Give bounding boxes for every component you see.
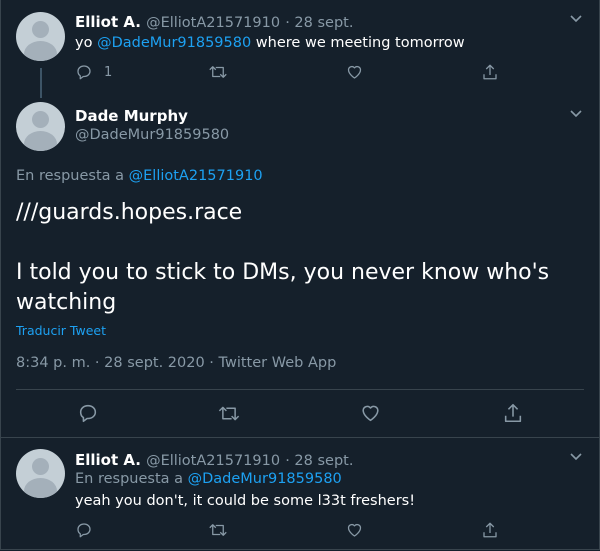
reply-icon[interactable]: [75, 63, 93, 81]
thread-line: [40, 68, 42, 98]
user-handle[interactable]: @ElliotA21571910: [146, 453, 280, 469]
like-icon[interactable]: [345, 521, 364, 539]
retweet-icon[interactable]: [208, 521, 228, 539]
mention-link[interactable]: @DadeMur91859580: [188, 471, 342, 487]
tweet-text-part: where we meeting tomorrow: [251, 35, 465, 51]
share-icon[interactable]: [481, 63, 499, 81]
translate-tweet-link[interactable]: Traducir Tweet: [16, 323, 106, 338]
reply-count: 1: [104, 65, 113, 80]
reply-context: En respuesta a @DadeMur91859580: [75, 471, 342, 487]
avatar[interactable]: [16, 12, 65, 61]
reply-icon[interactable]: [75, 521, 93, 539]
tweet-meta[interactable]: 8:34 p. m. · 28 sept. 2020 · Twitter Web…: [16, 355, 336, 371]
reply-context-label: En respuesta a: [16, 168, 129, 184]
display-name[interactable]: Elliot A.: [75, 451, 141, 469]
tweet-header: Elliot A. @ElliotA21571910 · 28 sept.: [75, 12, 353, 31]
display-name[interactable]: Dade Murphy: [75, 107, 188, 125]
tweet-text: yeah you don't, it could be some l33t fr…: [75, 493, 416, 509]
tweet-date[interactable]: · 28 sept.: [285, 453, 353, 469]
tweet-text-line2: I told you to stick to DMs, you never kn…: [16, 260, 550, 315]
chevron-down-icon[interactable]: [568, 11, 584, 27]
share-icon[interactable]: [502, 402, 524, 424]
divider: [16, 389, 584, 390]
reply-icon[interactable]: [77, 402, 99, 424]
display-name[interactable]: Elliot A.: [75, 13, 141, 31]
reply-context-label: En respuesta a: [75, 471, 188, 487]
chevron-down-icon[interactable]: [568, 106, 584, 122]
tweet-text: yo @DadeMur91859580 where we meeting tom…: [75, 35, 465, 51]
share-icon[interactable]: [481, 521, 499, 539]
mention-link[interactable]: @ElliotA21571910: [129, 168, 263, 184]
tweet-text-line1: ///guards.hopes.race: [16, 200, 243, 225]
divider: [0, 437, 600, 438]
mention-link[interactable]: @DadeMur91859580: [97, 35, 251, 51]
avatar[interactable]: [16, 449, 65, 498]
avatar[interactable]: [16, 102, 65, 151]
chevron-down-icon[interactable]: [568, 449, 584, 465]
like-icon[interactable]: [359, 402, 382, 424]
reply-context: En respuesta a @ElliotA21571910: [16, 168, 263, 184]
like-icon[interactable]: [345, 63, 364, 81]
retweet-icon[interactable]: [217, 403, 241, 424]
retweet-icon[interactable]: [208, 63, 228, 81]
user-handle[interactable]: @DadeMur91859580: [75, 127, 229, 143]
tweet-date[interactable]: · 28 sept.: [285, 15, 353, 31]
tweet-text-part: yo: [75, 35, 98, 51]
tweet-header: Elliot A. @ElliotA21571910 · 28 sept.: [75, 450, 353, 469]
user-handle[interactable]: @ElliotA21571910: [146, 15, 280, 31]
